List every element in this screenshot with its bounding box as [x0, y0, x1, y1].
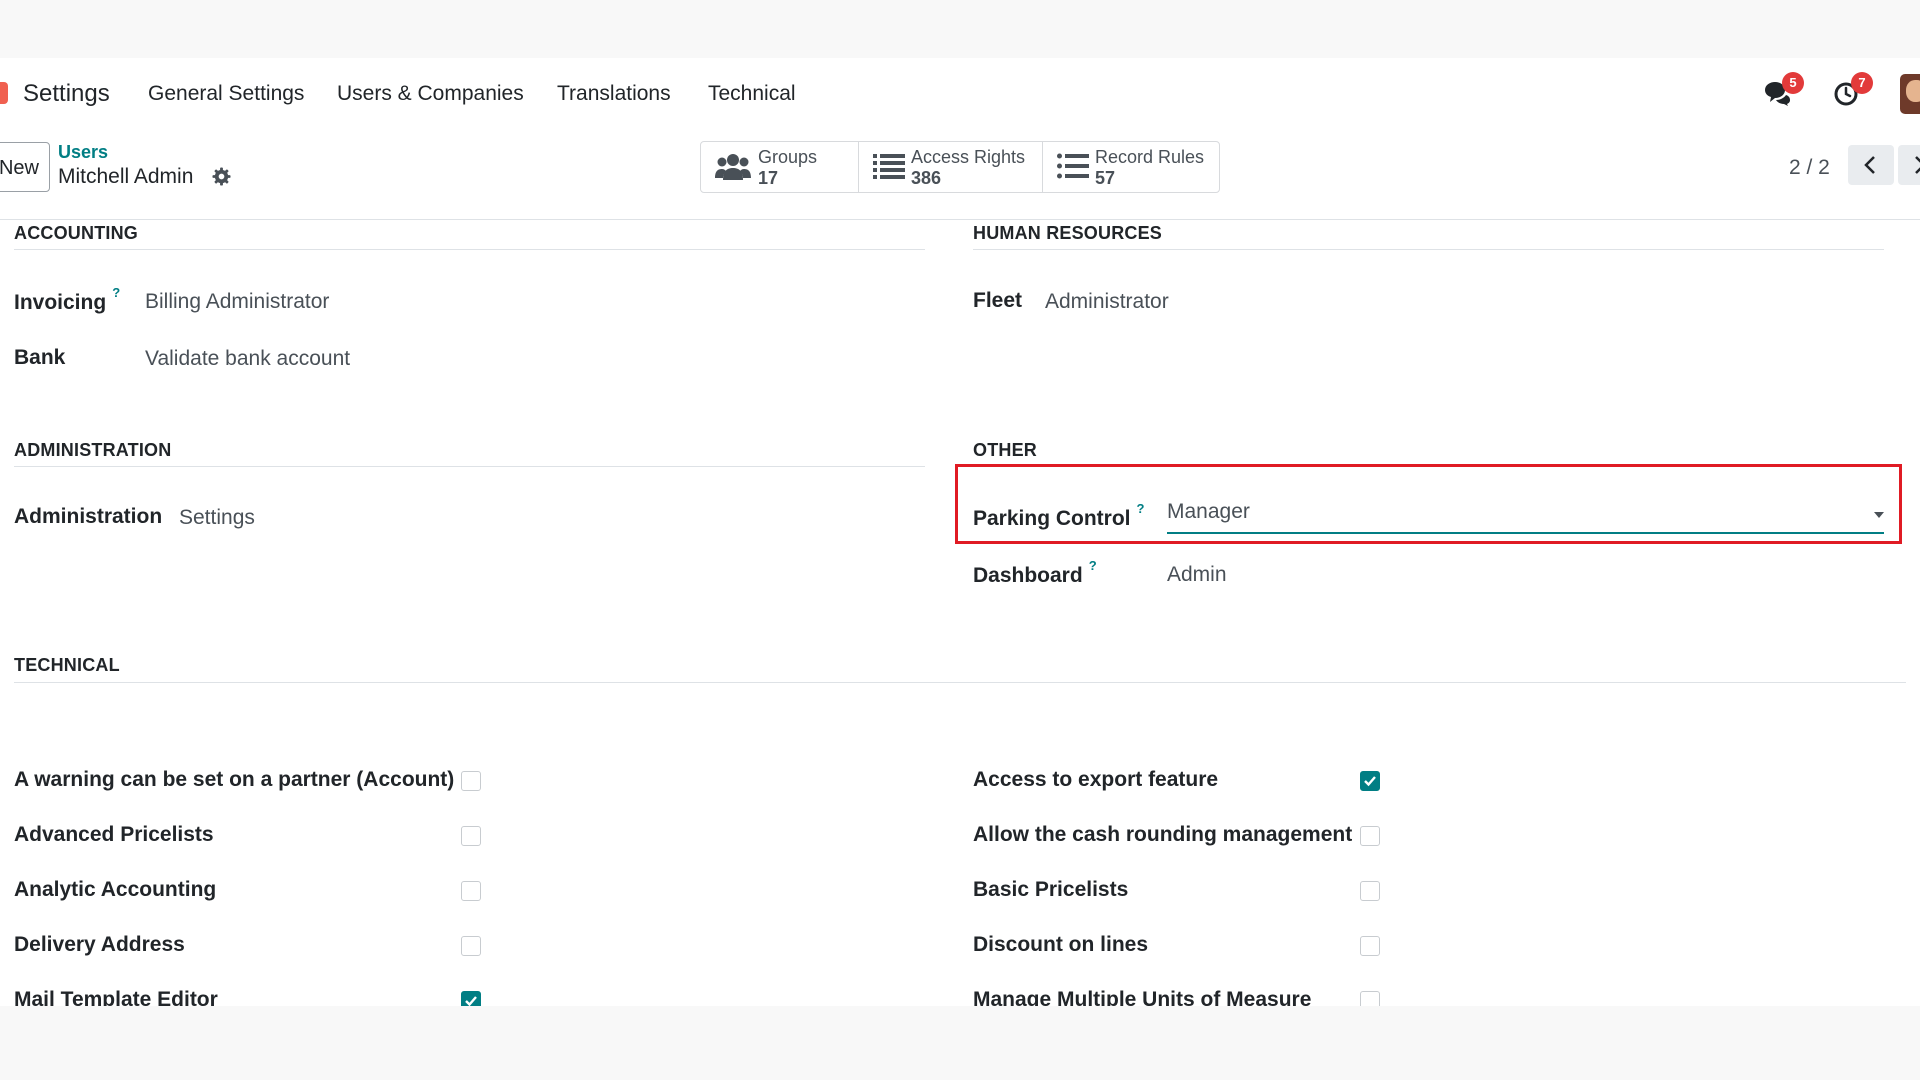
breadcrumb-current-record: Mitchell Admin [58, 165, 194, 188]
groups-stat-value: 17 [758, 168, 779, 188]
field-value-dashboard[interactable]: Admin [1167, 563, 1227, 587]
section-title-other: OTHER [973, 440, 1037, 460]
help-tooltip-icon[interactable]: ? [112, 285, 120, 300]
checkbox-label: Manage Multiple Units of Measure [973, 988, 1312, 1006]
checkbox-label: Discount on lines [973, 933, 1149, 956]
checkbox-label: Analytic Accounting [14, 878, 217, 901]
nav-brand-settings[interactable]: Settings [23, 58, 110, 130]
menu-general-settings[interactable]: General Settings [148, 58, 304, 130]
field-value-fleet[interactable]: Administrator [1045, 290, 1169, 314]
messages-badge: 5 [1782, 72, 1804, 94]
access-rights-stat-label: Access Rights [911, 147, 1026, 167]
parking-control-value: Manager [1167, 500, 1250, 523]
gear-icon[interactable] [212, 167, 231, 186]
user-avatar[interactable] [1900, 74, 1920, 114]
access-rights-stat-value: 386 [911, 168, 942, 188]
checkbox[interactable] [461, 826, 481, 846]
field-value-administration[interactable]: Settings [179, 506, 255, 530]
access-rights-stat-button[interactable]: Access Rights 386 [859, 142, 1043, 192]
checkbox[interactable] [1360, 936, 1380, 956]
checkbox-label: Delivery Address [14, 933, 185, 956]
parking-control-select[interactable]: Manager [1167, 496, 1884, 534]
smart-buttons: Groups 17 Access Rights 386 Record Rules… [700, 141, 1220, 193]
field-value-invoicing[interactable]: Billing Administrator [145, 290, 329, 314]
checkbox[interactable] [461, 881, 481, 901]
section-title-technical: TECHNICAL [14, 655, 120, 675]
groups-stat-button[interactable]: Groups 17 [701, 142, 859, 192]
checkbox-label: Allow the cash rounding management [973, 823, 1353, 846]
menu-translations[interactable]: Translations [557, 58, 671, 130]
pager-value[interactable]: 2 / 2 [1789, 156, 1830, 180]
field-label-fleet: Fleet [973, 289, 1023, 312]
pager-next-button[interactable] [1898, 145, 1920, 185]
checkbox[interactable] [461, 771, 481, 791]
field-label-parking-control: Parking Control? [973, 501, 1145, 530]
caret-down-icon [1874, 512, 1884, 518]
field-label-bank: Bank [14, 346, 66, 369]
new-button[interactable]: New [0, 142, 50, 192]
section-divider [14, 466, 925, 467]
settings-app-icon[interactable] [0, 82, 8, 104]
record-rules-stat-label: Record Rules [1095, 147, 1205, 167]
checkbox-label: Access to export feature [973, 768, 1219, 791]
checkmark-icon [465, 996, 477, 1006]
checkbox-label: Basic Pricelists [973, 878, 1129, 901]
field-value-bank[interactable]: Validate bank account [145, 347, 350, 371]
checkbox[interactable] [461, 991, 481, 1006]
messages-systray[interactable]: 5 [1762, 72, 1804, 110]
section-divider [14, 682, 1906, 683]
checkbox-label: Advanced Pricelists [14, 823, 214, 846]
menu-users-companies[interactable]: Users & Companies [337, 58, 524, 130]
checkmark-icon [1364, 776, 1376, 787]
checkbox[interactable] [1360, 826, 1380, 846]
checkbox-label: Mail Template Editor [14, 988, 218, 1006]
checkbox-label: A warning can be set on a partner (Accou… [14, 768, 455, 791]
section-divider [973, 249, 1884, 250]
field-label-dashboard: Dashboard? [973, 558, 1097, 587]
section-title-accounting: ACCOUNTING [14, 223, 138, 243]
chevron-left-icon [1864, 156, 1875, 174]
section-divider [14, 249, 925, 250]
section-divider [973, 466, 1884, 467]
top-navbar: Settings General Settings Users & Compan… [0, 58, 1920, 130]
menu-technical[interactable]: Technical [708, 58, 796, 130]
section-title-human-resources: HUMAN RESOURCES [973, 223, 1163, 243]
checkbox[interactable] [461, 936, 481, 956]
list-icon [1057, 153, 1089, 179]
checkbox[interactable] [1360, 991, 1380, 1006]
list-icon [873, 154, 905, 179]
field-label-invoicing: Invoicing? [14, 285, 121, 314]
chevron-right-icon [1915, 156, 1920, 174]
help-tooltip-icon[interactable]: ? [1089, 558, 1097, 573]
app-window: Settings General Settings Users & Compan… [0, 58, 1920, 1006]
groups-stat-label: Groups [758, 147, 818, 167]
checkbox[interactable] [1360, 881, 1380, 901]
record-rules-stat-button[interactable]: Record Rules 57 [1043, 142, 1219, 192]
pager-previous-button[interactable] [1848, 145, 1894, 185]
field-label-administration: Administration [14, 505, 163, 528]
activities-badge: 7 [1851, 72, 1873, 94]
breadcrumb-users-link[interactable]: Users [58, 142, 108, 163]
section-title-administration: ADMINISTRATION [14, 440, 172, 460]
users-icon [715, 154, 751, 180]
control-panel: New Users Mitchell Admin Groups 17 Acces… [0, 130, 1920, 220]
help-tooltip-icon[interactable]: ? [1137, 501, 1145, 516]
record-rules-stat-value: 57 [1095, 168, 1116, 188]
activities-systray[interactable]: 7 [1833, 72, 1873, 110]
checkbox[interactable] [1360, 771, 1380, 791]
